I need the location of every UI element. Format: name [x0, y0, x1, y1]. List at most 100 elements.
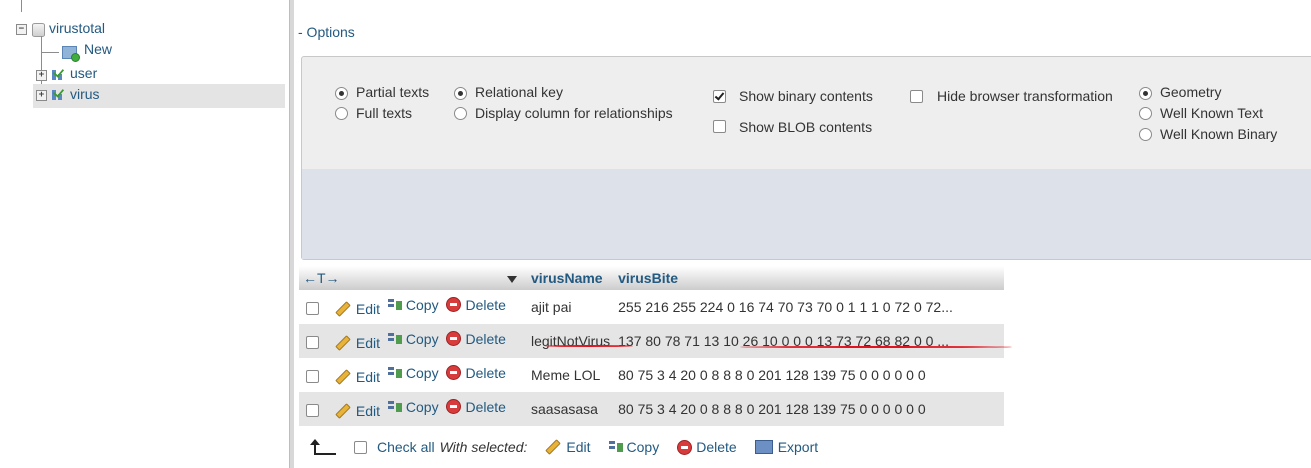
pencil-icon [335, 403, 351, 420]
row-edit-link[interactable]: Edit [335, 301, 380, 317]
pencil-icon [335, 369, 351, 386]
show-binary-checkbox[interactable] [713, 90, 726, 103]
show-blob-checkbox[interactable] [713, 120, 726, 133]
row-copy-link[interactable]: Copy [387, 399, 439, 415]
sort-dropdown-icon[interactable] [507, 275, 517, 283]
row-checkbox[interactable] [306, 404, 319, 418]
nav-database-virustotal[interactable]: virustotal [49, 20, 105, 36]
edit-label: Edit [355, 403, 381, 420]
hide-transformation-label: Hide browser transformation [937, 88, 1113, 104]
delete-icon [446, 365, 462, 381]
delete-label: Delete [465, 364, 506, 381]
options-panel: Partial texts Full texts Relational key … [301, 56, 1311, 260]
column-toggle-header: ←T→ [299, 266, 527, 290]
row-delete-link[interactable]: Delete [446, 296, 506, 313]
cell-virusbite[interactable]: 80 75 3 4 20 0 8 8 8 0 201 128 139 75 0 … [614, 392, 1005, 426]
copy-icon [387, 332, 402, 346]
show-binary-label: Show binary contents [739, 88, 873, 104]
full-texts-label: Full texts [356, 105, 413, 121]
bulk-actions-bar: Check all With selected: Edit Copy Delet… [300, 436, 818, 458]
relational-key-radio[interactable] [454, 87, 467, 100]
row-actions: Edit Copy Delete [299, 290, 527, 324]
expand-table-virus-icon[interactable]: + [36, 90, 47, 101]
edit-label: Edit [355, 301, 381, 318]
geometry-radio[interactable] [1139, 87, 1152, 100]
tree-line [21, 0, 22, 12]
copy-icon [387, 366, 402, 380]
wkt-radio[interactable] [1139, 107, 1152, 120]
table-header-row: ←T→ virusName virusBite [299, 266, 1005, 290]
options-toggle-link[interactable]: - Options [298, 24, 355, 40]
edit-label: Edit [355, 335, 381, 352]
partial-texts-radio[interactable] [335, 87, 348, 100]
table-row: Edit Copy Delete ajit pai 255 216 255 22… [299, 290, 1005, 324]
cell-virusbite[interactable]: 255 216 255 224 0 16 74 70 73 70 0 1 1 1… [614, 290, 1005, 324]
row-checkbox[interactable] [306, 336, 319, 350]
wkb-radio[interactable] [1139, 128, 1152, 141]
tree-line [41, 52, 59, 53]
row-delete-link[interactable]: Delete [446, 364, 506, 381]
expand-table-user-icon[interactable]: + [36, 70, 47, 81]
nav-new-table[interactable]: New [84, 41, 112, 57]
cell-virusname[interactable]: saasasasa [527, 392, 615, 426]
relational-key-label: Relational key [475, 84, 563, 100]
pencil-icon [335, 301, 351, 318]
nav-table-user[interactable]: user [70, 65, 97, 81]
row-delete-link[interactable]: Delete [446, 398, 506, 415]
table-row: Edit Copy Delete Meme LOL 80 75 3 4 20 0… [299, 358, 1005, 392]
check-all-label[interactable]: Check all [377, 439, 435, 455]
copy-icon [387, 400, 402, 414]
row-delete-link[interactable]: Delete [446, 331, 506, 347]
bulk-export-button[interactable]: Export [754, 439, 818, 455]
delete-label: Delete [465, 398, 506, 415]
delete-icon [677, 439, 693, 455]
column-arrows-control[interactable]: ←T→ [303, 270, 340, 286]
row-checkbox[interactable] [306, 302, 319, 316]
with-selected-label: With selected: [439, 439, 528, 455]
bulk-copy-button[interactable]: Copy [608, 439, 659, 455]
partial-texts-label: Partial texts [356, 84, 430, 100]
row-edit-link[interactable]: Edit [335, 335, 380, 351]
display-column-radio[interactable] [454, 107, 467, 120]
row-copy-link[interactable]: Copy [387, 297, 439, 313]
cell-virusbite[interactable]: 137 80 78 71 13 10 26 10 0 0 0 13 73 72 … [614, 324, 1005, 358]
annotation-underline-bite [740, 346, 1012, 348]
delete-icon [446, 399, 462, 415]
cell-virusbite[interactable]: 80 75 3 4 20 0 8 8 8 0 201 128 139 75 0 … [614, 358, 1005, 392]
nav-table-virus[interactable]: virus [70, 86, 100, 102]
bulk-delete-button[interactable]: Delete [677, 439, 737, 455]
copy-icon [387, 298, 402, 312]
delete-label: Delete [465, 296, 506, 313]
bulk-edit-button[interactable]: Edit [545, 439, 591, 455]
cell-virusname[interactable]: ajit pai [527, 290, 615, 324]
row-checkbox[interactable] [306, 370, 319, 384]
nav-resize-handle[interactable] [289, 0, 294, 468]
table-icon [52, 66, 68, 80]
copy-label: Copy [405, 331, 439, 348]
database-icon [32, 23, 45, 37]
row-edit-link[interactable]: Edit [335, 369, 380, 385]
new-table-icon [62, 46, 80, 62]
row-edit-link[interactable]: Edit [335, 403, 380, 419]
row-actions: Edit Copy Delete [299, 324, 527, 358]
navigation-panel: − virustotal New + user + virus [0, 0, 290, 468]
wkb-label: Well Known Binary [1160, 126, 1278, 142]
cell-virusname[interactable]: legitNotVirus [527, 324, 615, 358]
column-header-virusbite[interactable]: virusBite [614, 266, 1005, 290]
cell-virusname[interactable]: Meme LOL [527, 358, 615, 392]
row-copy-link[interactable]: Copy [387, 331, 439, 348]
full-texts-radio[interactable] [335, 107, 348, 120]
column-header-virusname[interactable]: virusName [527, 266, 615, 290]
annotation-underline-name [545, 345, 633, 347]
options-footer [302, 169, 1311, 259]
row-copy-link[interactable]: Copy [387, 365, 439, 381]
bulk-edit-label: Edit [566, 439, 591, 455]
row-actions: Edit Copy Delete [299, 358, 527, 392]
display-column-label: Display column for relationships [475, 105, 673, 121]
export-icon [754, 440, 773, 454]
collapse-database-icon[interactable]: − [16, 24, 27, 35]
bulk-delete-label: Delete [696, 439, 737, 455]
table-row: Edit Copy Delete saasasasa 80 75 3 4 20 … [299, 392, 1005, 426]
hide-transformation-checkbox[interactable] [910, 90, 923, 103]
check-all-checkbox[interactable] [354, 440, 367, 454]
